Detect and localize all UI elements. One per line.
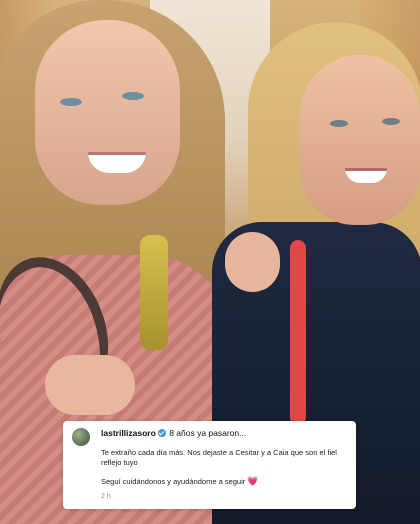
comment-timestamp: 2 h <box>101 493 111 500</box>
scarf <box>140 235 168 350</box>
right-woman-face <box>300 55 420 225</box>
comment-paragraph-2: Seguí cuidándonos y ayudándome a seguir 💗 <box>101 476 347 487</box>
left-woman-eye-left <box>60 98 82 106</box>
left-woman-eye-right <box>122 92 144 100</box>
comment-header: lastrillizasoro 8 años ya pasaron... <box>101 428 347 439</box>
comment-paragraph-1: Te extraño cada día más. Nos dejaste a C… <box>101 448 337 467</box>
right-woman-eye-left <box>330 120 348 127</box>
avatar[interactable] <box>72 428 90 446</box>
right-woman-shoulder <box>225 232 280 292</box>
backpack-strap <box>290 240 306 425</box>
heart-icon: 💗 <box>247 476 259 486</box>
right-woman-eye-right <box>382 118 400 125</box>
verified-badge-icon <box>157 429 166 437</box>
left-woman-face <box>35 20 180 205</box>
comment-paragraph-2-text: Seguí cuidándonos y ayudándome a seguir <box>101 477 246 486</box>
instagram-comment-card: lastrillizasoro 8 años ya pasaron... Te … <box>63 421 356 509</box>
comment-first-line: 8 años ya pasaron... <box>169 428 247 438</box>
username[interactable]: lastrillizasoro <box>101 428 156 438</box>
hand <box>45 355 135 415</box>
